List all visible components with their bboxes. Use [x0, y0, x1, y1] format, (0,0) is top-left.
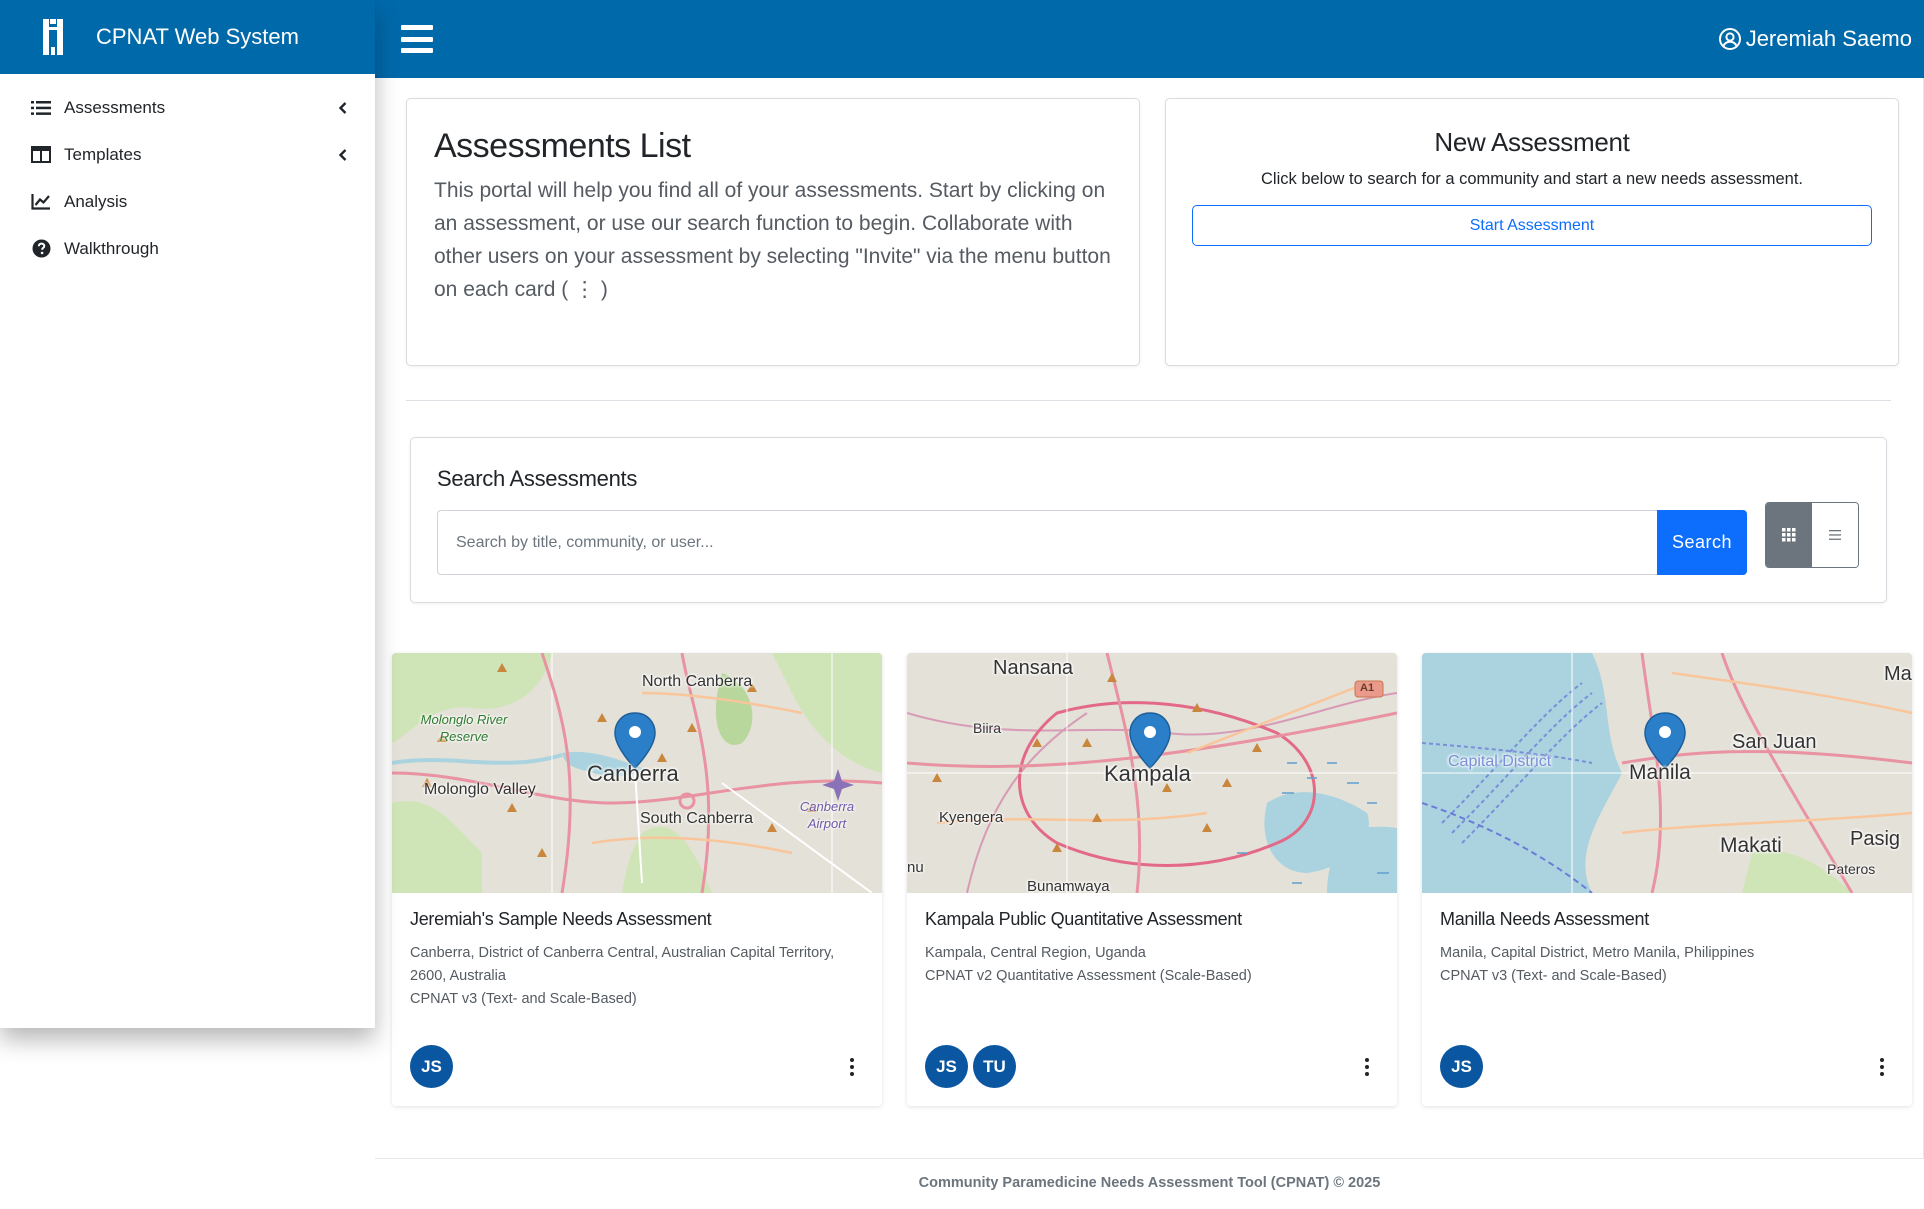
user-name: Jeremiah Saemo — [1745, 26, 1912, 51]
sidebar-item-label: Assessments — [64, 97, 166, 117]
sidebar-item-label: Templates — [64, 144, 142, 164]
search-card: Search Assessments Search — [410, 437, 1887, 603]
chevron-left-icon — [338, 148, 347, 161]
map-label: Molonglo River Reserve — [420, 712, 508, 744]
new-assessment-text: Click below to search for a community an… — [1261, 170, 1803, 188]
map-label: Capital District — [1448, 753, 1552, 770]
assessment-location: Kampala, Central Region, Uganda — [925, 945, 1146, 961]
new-assessment-card: New Assessment Click below to search for… — [1165, 98, 1899, 366]
sidebar-item-templates[interactable]: Templates — [0, 131, 375, 178]
assessment-location: Manila, Capital District, Metro Manila, … — [1440, 945, 1755, 961]
map-label: Bunamwaya — [1027, 878, 1110, 893]
map-label: Canberra — [587, 761, 679, 786]
grid-icon — [1782, 527, 1796, 541]
map-label: Manila — [1629, 761, 1691, 784]
map-label: South Canberra — [640, 810, 753, 827]
assessment-users: JS — [1440, 1045, 1488, 1088]
avatar: JS — [410, 1045, 453, 1088]
cpnat-logo-icon — [43, 19, 63, 55]
assessments-intro-card: Assessments List This portal will help y… — [406, 98, 1140, 366]
avatar: JS — [925, 1045, 968, 1088]
assessment-card[interactable]: Ma San Juan Capital District Manila Maka… — [1422, 653, 1912, 1106]
assessment-users: JS — [410, 1045, 458, 1088]
app-title: CPNAT Web System — [96, 24, 299, 49]
kebab-menu-icon[interactable] — [840, 1055, 864, 1079]
top-navbar: Jeremiah Saemo — [375, 0, 1924, 78]
chart-line-icon — [30, 192, 52, 212]
kebab-menu-icon[interactable] — [1355, 1055, 1379, 1079]
map-label: Pasig — [1850, 828, 1901, 850]
view-toggle — [1765, 501, 1859, 568]
list-lines-icon — [1829, 529, 1841, 540]
search-row: Search — [437, 501, 1860, 575]
map-label: nu — [907, 859, 924, 876]
map-label: Canberra Airport — [799, 799, 855, 831]
kebab-menu-icon[interactable] — [1870, 1055, 1894, 1079]
list-view-button[interactable] — [1812, 502, 1858, 567]
user-menu[interactable]: Jeremiah Saemo — [1718, 26, 1912, 52]
map-label: Biira — [973, 720, 1002, 736]
assessment-title: Manilla Needs Assessment — [1440, 909, 1649, 929]
chevron-left-icon — [338, 101, 347, 114]
table-icon — [30, 145, 52, 165]
avatar: TU — [973, 1045, 1016, 1088]
assessment-users: JS TU — [925, 1045, 1021, 1088]
map-label: Makati — [1720, 834, 1782, 857]
sidebar-item-label: Walkthrough — [64, 238, 159, 258]
sidebar-item-assessments[interactable]: Assessments — [0, 84, 375, 131]
map-label: Kampala — [1104, 761, 1191, 786]
search-button[interactable]: Search — [1657, 510, 1747, 575]
assessment-type: CPNAT v3 (Text- and Scale-Based) — [410, 991, 637, 1007]
sidebar-item-walkthrough[interactable]: Walkthrough — [0, 225, 375, 272]
search-input[interactable] — [437, 510, 1657, 575]
sidebar-brand[interactable]: CPNAT Web System — [0, 0, 375, 74]
sidebar-item-analysis[interactable]: Analysis — [0, 178, 375, 225]
footer-divider — [375, 1158, 1924, 1159]
section-divider — [406, 400, 1891, 401]
page-title: Assessments List — [434, 127, 691, 165]
assessment-type: CPNAT v2 Quantitative Assessment (Scale-… — [925, 968, 1252, 984]
map-thumbnail: Ma San Juan Capital District Manila Maka… — [1422, 653, 1912, 893]
sidebar-nav: Assessments Templates Analysis Walkthrou… — [0, 74, 375, 272]
map-label: San Juan — [1732, 731, 1817, 753]
sidebar-item-label: Analysis — [64, 191, 128, 211]
menu-toggle-icon[interactable] — [401, 25, 433, 53]
map-label: Kyengera — [939, 809, 1004, 826]
grid-view-button[interactable] — [1766, 502, 1812, 567]
map-thumbnail: Nansana Biira Kampala Kyengera Bunamwaya… — [907, 653, 1397, 893]
map-label: A1 — [1360, 682, 1375, 694]
map-label: Pateros — [1827, 861, 1876, 877]
avatar: JS — [1440, 1045, 1483, 1088]
search-title: Search Assessments — [437, 466, 638, 491]
map-label: Molonglo Valley — [424, 781, 536, 798]
map-label: Nansana — [993, 657, 1074, 679]
assessment-title: Jeremiah's Sample Needs Assessment — [410, 909, 712, 929]
map-label: North Canberra — [642, 673, 753, 690]
new-assessment-title: New Assessment — [1434, 127, 1630, 157]
assessment-card[interactable]: Nansana Biira Kampala Kyengera Bunamwaya… — [907, 653, 1397, 1106]
map-thumbnail: North Canberra Molonglo River Reserve Mo… — [392, 653, 882, 893]
question-circle-icon — [30, 239, 52, 259]
intro-text: This portal will help you find all of yo… — [434, 179, 1111, 301]
list-icon — [30, 98, 52, 118]
assessment-location: Canberra, District of Canberra Central, … — [410, 945, 835, 984]
map-label: Ma — [1884, 663, 1912, 685]
sidebar: CPNAT Web System Assessments Templates A… — [0, 0, 375, 1028]
assessment-type: CPNAT v3 (Text- and Scale-Based) — [1440, 968, 1667, 984]
assessment-card[interactable]: North Canberra Molonglo River Reserve Mo… — [392, 653, 882, 1106]
start-assessment-button[interactable]: Start Assessment — [1192, 205, 1872, 246]
user-circle-icon — [1718, 28, 1741, 50]
main-content: Assessments List This portal will help y… — [375, 78, 1924, 1158]
assessment-title: Kampala Public Quantitative Assessment — [925, 909, 1242, 929]
page-footer: Community Paramedicine Needs Assessment … — [918, 1175, 1381, 1191]
